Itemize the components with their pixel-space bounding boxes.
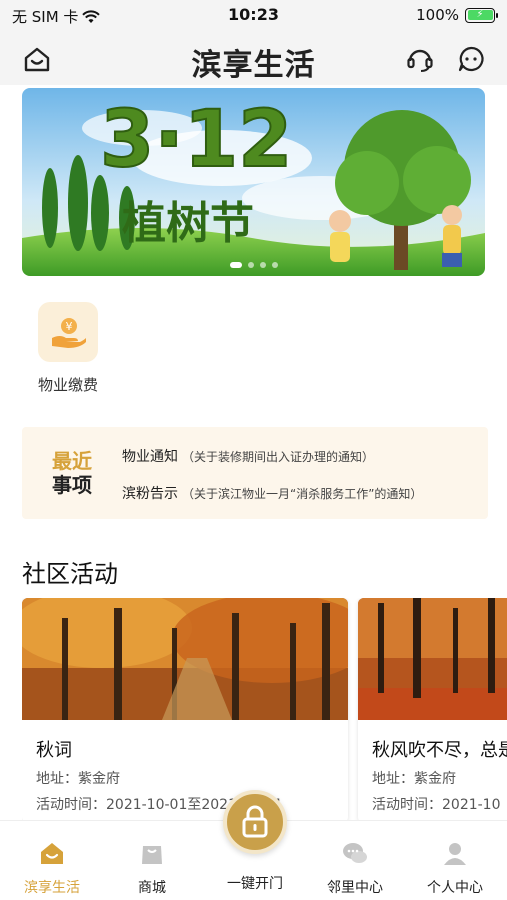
battery-percent: 100% — [416, 6, 459, 24]
arbor-day-banner[interactable]: 3·12 植树节 — [22, 88, 485, 276]
tab-neighborhood[interactable]: 邻里中心 — [315, 839, 395, 897]
activity-title: 秋词 — [36, 740, 72, 761]
section-title-community: 社区活动 — [22, 560, 118, 588]
headset-icon[interactable] — [405, 44, 435, 74]
hand-coin-icon: ¥ — [38, 302, 98, 362]
tab-label: 邻里中心 — [327, 880, 383, 896]
door-label: 一键开门 — [227, 876, 283, 892]
recent-notices: 最近 事项 物业通知 （关于装修期间出入证办理的通知） 滨粉告示 （关于滨江物业一月… — [22, 427, 488, 519]
carousel-indicator[interactable] — [22, 262, 485, 268]
notice-title: 物业通知 — [122, 449, 178, 465]
tab-label: 个人中心 — [427, 880, 483, 896]
chat-bubbles-icon — [343, 843, 367, 863]
status-right: 100% ⚡ — [416, 6, 498, 24]
service-label: 物业缴费 — [37, 376, 98, 394]
recent-tag-line1: 最近 — [52, 449, 92, 473]
tab-mall[interactable]: 商城 — [112, 839, 192, 897]
notice-detail: （关于装修期间出入证办理的通知） — [182, 450, 375, 464]
banner-text: 植树节 — [122, 198, 254, 249]
notice-item[interactable]: 物业通知 （关于装修期间出入证办理的通知） — [122, 446, 374, 466]
status-bar: 无 SIM 卡 10:23 100% ⚡ — [0, 0, 507, 30]
activity-title: 秋风吹不尽，总是 — [372, 740, 507, 761]
banner-illustration: 3·12 植树节 — [22, 88, 485, 276]
app-header: 滨享生活 — [0, 30, 507, 85]
recent-tag-line2: 事项 — [52, 473, 92, 497]
one-key-open-door-button[interactable] — [223, 790, 287, 854]
activity-image — [22, 598, 348, 720]
lock-icon — [242, 805, 268, 838]
activity-card[interactable]: 秋词 地址：紫金府 活动时间：2021-10-01至2021-10-31 — [22, 598, 348, 823]
tab-label: 滨享生活 — [24, 880, 80, 896]
battery-icon: ⚡ — [465, 7, 498, 23]
recent-tag: 最近 事项 — [52, 449, 92, 497]
activity-carousel[interactable]: 秋词 地址：紫金府 活动时间：2021-10-01至2021-10-31 秋风吹… — [22, 598, 507, 823]
notice-item[interactable]: 滨粉告示 （关于滨江物业一月“消杀服务工作”的通知） — [122, 483, 422, 503]
message-icon[interactable] — [456, 44, 486, 74]
person-icon — [444, 843, 466, 865]
tab-home[interactable]: 滨享生活 — [12, 839, 92, 897]
notice-title: 滨粉告示 — [122, 486, 178, 502]
tab-label: 商城 — [138, 880, 166, 896]
tab-profile[interactable]: 个人中心 — [415, 839, 495, 897]
banner-number: 3·12 — [100, 95, 292, 185]
activity-time: 活动时间：2021-10-01至2021-10-31 — [36, 797, 283, 813]
home-icon — [41, 843, 63, 864]
notice-detail: （关于滨江物业一月“消杀服务工作”的通知） — [182, 487, 423, 501]
shopping-bag-icon — [142, 846, 162, 864]
activity-time: 活动时间：2021-10 — [372, 797, 501, 813]
service-property-payment[interactable]: ¥ 物业缴费 — [34, 302, 102, 395]
activity-card[interactable]: 秋风吹不尽，总是 地址：紫金府 活动时间：2021-10 — [358, 598, 507, 823]
activity-image — [358, 598, 507, 720]
activity-address: 地址：紫金府 — [36, 771, 120, 787]
activity-address: 地址：紫金府 — [372, 771, 456, 787]
svg-text:¥: ¥ — [66, 320, 73, 333]
